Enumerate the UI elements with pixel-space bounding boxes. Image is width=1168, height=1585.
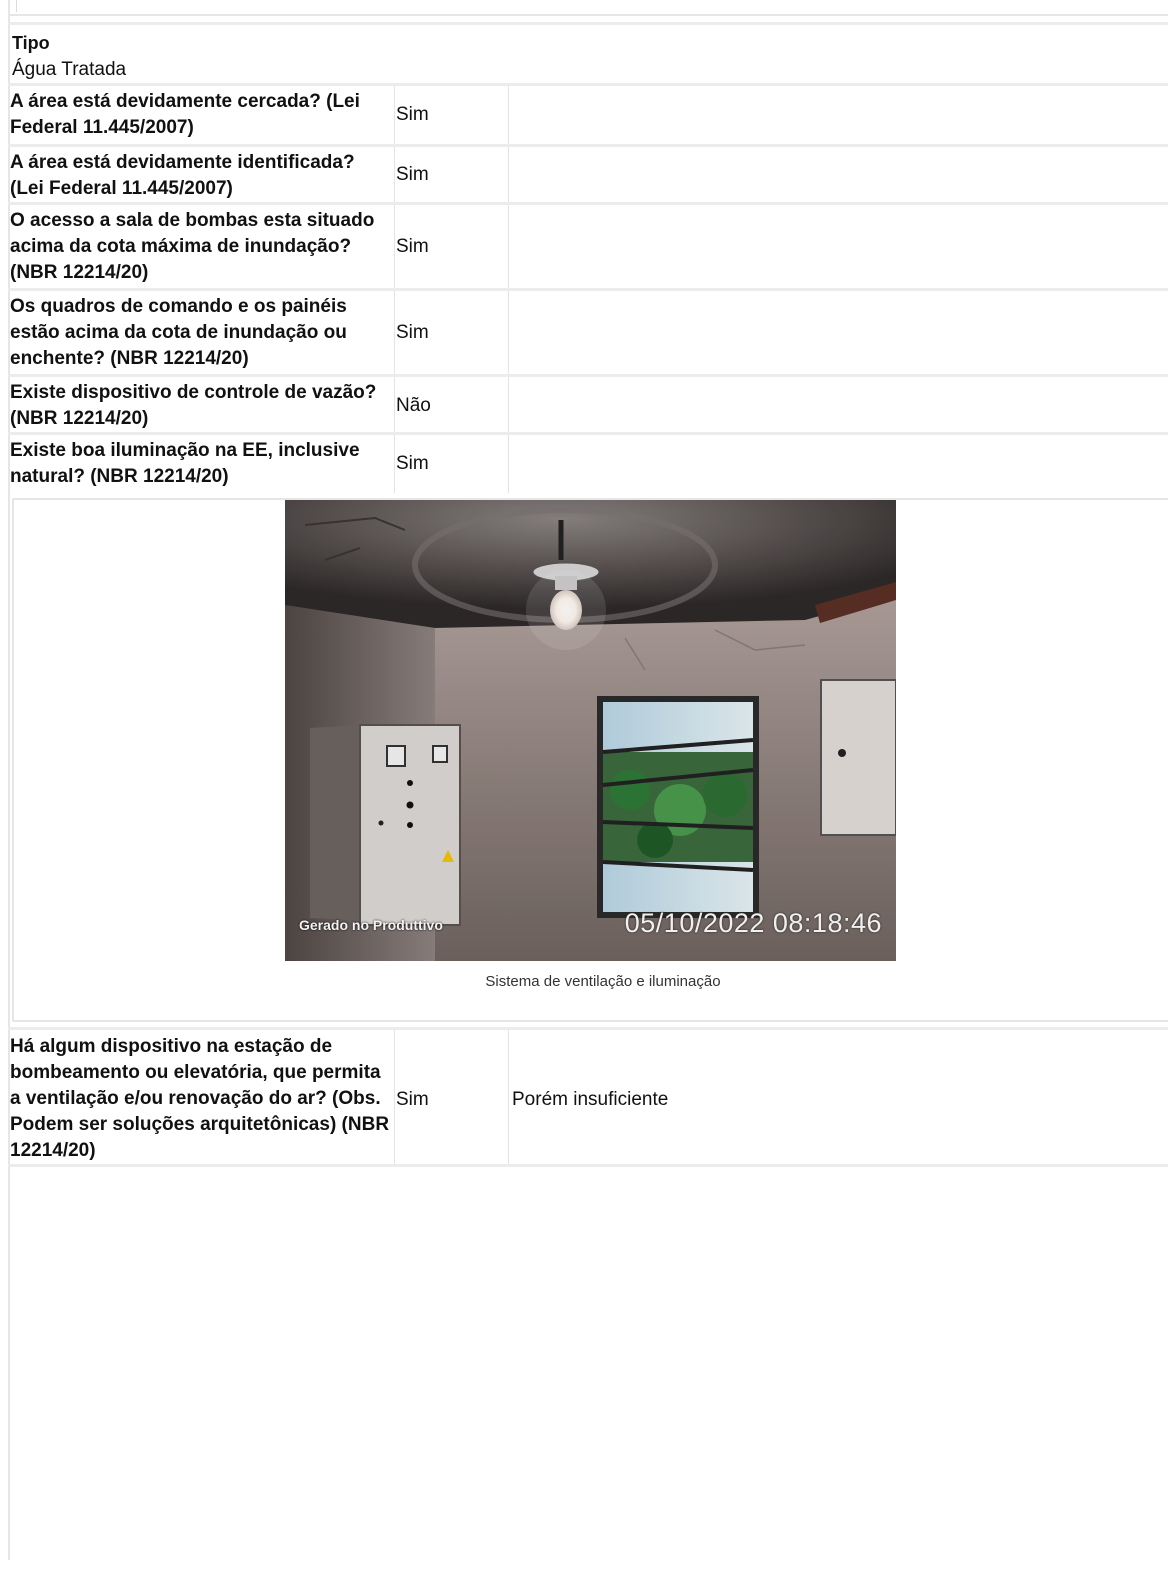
- question-row: O acesso a sala de bombas esta situado a…: [8, 205, 1168, 291]
- photo: Gerado no Produttivo 05/10/2022 08:18:46: [285, 500, 896, 961]
- question-text: O acesso a sala de bombas esta situado a…: [10, 210, 375, 283]
- photo-caption: Sistema de ventilação e iluminação: [485, 973, 721, 990]
- tipo-value: Água Tratada: [12, 59, 127, 80]
- photo-timestamp: 05/10/2022 08:18:46: [624, 908, 882, 938]
- question-row: Existe boa iluminação na EE, inclusive n…: [8, 435, 1168, 493]
- question-row: Existe dispositivo de controle de vazão?…: [8, 377, 1168, 435]
- room-photo-image: [285, 500, 896, 961]
- answer-value: Não: [396, 395, 431, 416]
- question-row: Os quadros de comando e os painéis estão…: [8, 291, 1168, 377]
- tipo-label: Tipo: [12, 33, 50, 53]
- question-text: Os quadros de comando e os painéis estão…: [10, 296, 347, 369]
- question-text: A área está devidamente identificada? (L…: [10, 152, 355, 199]
- previous-section-edge: [8, 0, 1168, 16]
- answer-value: Sim: [396, 1089, 429, 1110]
- photo-block: Gerado no Produttivo 05/10/2022 08:18:46…: [12, 498, 1168, 1022]
- question-text: Existe boa iluminação na EE, inclusive n…: [10, 440, 360, 487]
- tipo-section: Tipo Água Tratada: [8, 22, 1168, 86]
- question-text: A área está devidamente cercada? (Lei Fe…: [10, 91, 360, 138]
- question-row: Há algum dispositivo na estação de bombe…: [8, 1027, 1168, 1167]
- question-text: Existe dispositivo de controle de vazão?…: [10, 382, 377, 429]
- question-row: A área está devidamente cercada? (Lei Fe…: [8, 86, 1168, 147]
- answer-value: Sim: [396, 104, 429, 125]
- answer-value: Sim: [396, 322, 429, 343]
- question-row: A área está devidamente identificada? (L…: [8, 147, 1168, 205]
- answer-note: Porém insuficiente: [512, 1089, 669, 1110]
- answer-value: Sim: [396, 164, 429, 185]
- answer-value: Sim: [396, 236, 429, 257]
- photo-watermark-source: Gerado no Produttivo: [299, 917, 443, 933]
- question-text: Há algum dispositivo na estação de bombe…: [10, 1036, 390, 1161]
- answer-value: Sim: [396, 453, 429, 474]
